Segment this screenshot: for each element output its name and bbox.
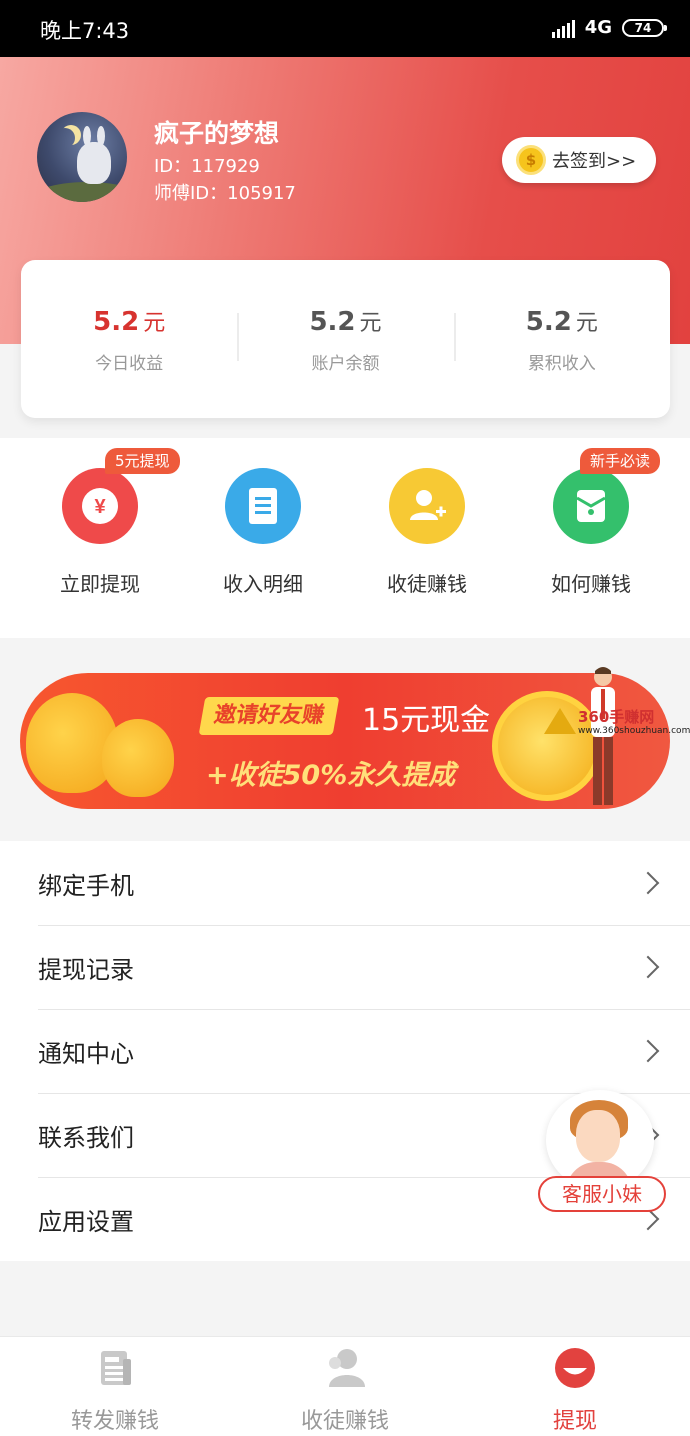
- action-label: 收入明细: [223, 572, 303, 596]
- earning-value: 5.2: [93, 306, 140, 337]
- money-bag-icon: [102, 719, 174, 797]
- action-badge: 新手必读: [580, 448, 661, 474]
- banner-highlight: 邀请好友赚: [198, 697, 340, 735]
- user-id: ID：117929: [154, 156, 260, 177]
- withdraw-icon: [553, 1347, 597, 1389]
- menu-item-label: 提现记录: [38, 955, 134, 984]
- banner-subtitle: +收徒50%永久提成: [206, 760, 456, 791]
- customer-service-button[interactable]: 客服小妹: [538, 1090, 668, 1214]
- status-indicators: 4G 74: [551, 17, 667, 38]
- menu-item-label: 联系我们: [38, 1123, 134, 1152]
- envelope-icon: [553, 468, 629, 544]
- earning-label: 累积收入: [527, 353, 596, 374]
- banner-title: 15元现金: [362, 703, 491, 738]
- watermark-logo: [544, 708, 576, 734]
- avatar[interactable]: [37, 112, 127, 202]
- svg-text:¥: ¥: [94, 496, 106, 518]
- action-badge: 5元提现: [105, 448, 180, 474]
- menu-item-label: 应用设置: [38, 1207, 134, 1236]
- quick-actions: 5元提现 ¥ 立即提现 收入明细 收徒赚钱 新手必读 如何赚钱: [0, 438, 690, 638]
- master-id: 师傅ID：105917: [154, 183, 296, 204]
- menu-item-label: 通知中心: [38, 1039, 134, 1068]
- customer-service-avatar: [546, 1090, 654, 1190]
- action-label: 收徒赚钱: [387, 572, 467, 596]
- nav-item-share-earn[interactable]: 转发赚钱: [0, 1337, 230, 1436]
- nav-label: 转发赚钱: [70, 1409, 159, 1434]
- action-recruit[interactable]: 收徒赚钱: [352, 468, 502, 597]
- user-name: 疯子的梦想: [154, 119, 280, 148]
- earning-today[interactable]: 5.2 元 今日收益: [21, 305, 237, 374]
- document-icon: [225, 468, 301, 544]
- action-withdraw[interactable]: 5元提现 ¥ 立即提现: [25, 448, 180, 597]
- nav-item-withdraw[interactable]: 提现: [460, 1337, 690, 1436]
- action-income-detail[interactable]: 收入明细: [188, 468, 338, 597]
- chevron-right-icon: [636, 871, 660, 895]
- status-time: 晚上7:43: [40, 19, 130, 43]
- battery-level: 74: [634, 20, 652, 35]
- nav-item-recruit[interactable]: 收徒赚钱: [230, 1337, 460, 1436]
- user-icon: [323, 1347, 367, 1389]
- menu-item-bind-phone[interactable]: 绑定手机: [0, 841, 690, 925]
- banner-section: 邀请好友赚 15元现金 +收徒50%永久提成 360手赚网 www.360sho…: [0, 640, 690, 838]
- menu-item-notifications[interactable]: 通知中心: [0, 1009, 690, 1093]
- action-label: 立即提现: [60, 572, 140, 596]
- earning-total[interactable]: 5.2 元 累积收入: [453, 305, 670, 374]
- chevron-right-icon: [636, 1039, 660, 1063]
- earning-value: 5.2: [309, 306, 356, 337]
- earning-label: 账户余额: [311, 353, 380, 374]
- signin-label: 去签到>>: [552, 151, 637, 172]
- menu-item-label: 绑定手机: [38, 871, 134, 900]
- action-label: 如何赚钱: [551, 572, 631, 596]
- bottom-nav: 转发赚钱 收徒赚钱 提现: [0, 1336, 690, 1436]
- nav-label: 提现: [552, 1409, 597, 1434]
- earning-label: 今日收益: [95, 353, 164, 374]
- status-bar: 晚上7:43 4G 74: [0, 0, 690, 57]
- add-user-icon: [389, 468, 465, 544]
- signal-icon: [551, 18, 575, 38]
- earning-unit: 元: [575, 310, 598, 336]
- customer-service-label: 客服小妹: [538, 1176, 666, 1212]
- menu-item-withdraw-records[interactable]: 提现记录: [0, 925, 690, 1009]
- network-label: 4G: [584, 17, 612, 38]
- earning-unit: 元: [143, 310, 166, 336]
- earning-unit: 元: [359, 310, 382, 336]
- nav-label: 收徒赚钱: [300, 1409, 389, 1434]
- watermark-url: www.360shouzhuan.com: [578, 726, 690, 736]
- coin-icon: $: [516, 145, 546, 175]
- signin-button[interactable]: $ 去签到>>: [502, 137, 656, 183]
- earnings-card: 5.2 元 今日收益 5.2 元 账户余额 5.2 元 累积收入: [21, 260, 670, 418]
- news-icon: [93, 1347, 137, 1389]
- watermark: 360手赚网 www.360shouzhuan.com: [540, 706, 690, 742]
- chevron-right-icon: [636, 955, 660, 979]
- battery-icon: 74: [622, 18, 667, 37]
- earning-value: 5.2: [525, 306, 572, 337]
- action-how-to-earn[interactable]: 新手必读 如何赚钱: [516, 448, 666, 597]
- yuan-icon: ¥: [62, 468, 138, 544]
- watermark-text: 360手赚网: [578, 708, 655, 726]
- earning-balance[interactable]: 5.2 元 账户余额: [237, 305, 453, 374]
